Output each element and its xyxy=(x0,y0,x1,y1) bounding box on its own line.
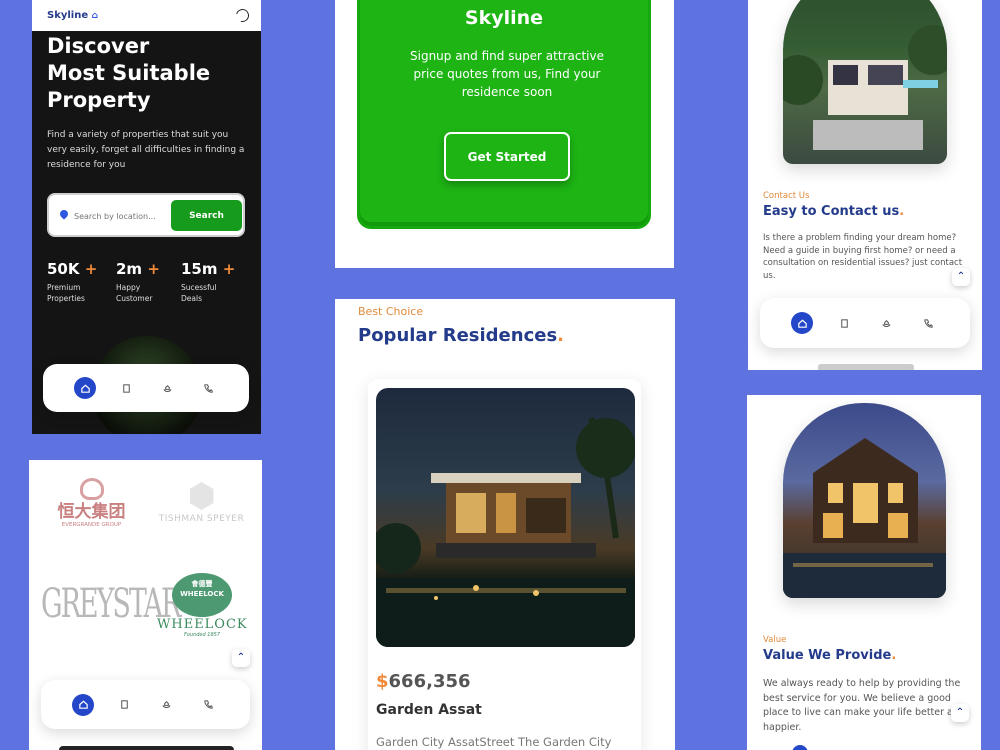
bottom-nav xyxy=(760,298,970,348)
section-divider xyxy=(818,364,914,370)
contact-eyebrow: Contact Us xyxy=(763,191,810,201)
popular-panel: Best Choice Popular Residences. $666,356 xyxy=(335,299,675,750)
top-bar: Skyline ⌂ xyxy=(32,0,261,31)
hero-panel: Skyline ⌂ Discover Most Suitable Propert… xyxy=(32,0,261,434)
hero-title: Discover Most Suitable Property xyxy=(47,34,211,112)
home-icon[interactable] xyxy=(72,693,94,716)
hand-house-icon[interactable] xyxy=(156,377,178,399)
search-button[interactable]: Search xyxy=(171,200,242,231)
stat-deals: 15m + Sucessful Deals xyxy=(181,260,236,303)
property-price: $666,356 xyxy=(376,671,471,692)
greystar-logo: GREYSTAR xyxy=(41,581,181,628)
phone-icon[interactable] xyxy=(197,377,219,399)
scroll-up-icon[interactable]: ⌃ xyxy=(232,649,250,667)
popular-eyebrow: Best Choice xyxy=(358,305,424,318)
building-icon[interactable] xyxy=(113,694,135,716)
signup-title: Skyline xyxy=(464,7,544,29)
search-box: Search xyxy=(47,193,245,237)
stat-customers: 2m + Happy Customer xyxy=(116,260,160,303)
building-icon[interactable] xyxy=(115,377,137,399)
value-eyebrow: Value xyxy=(763,635,787,645)
wheelock-logo: 會德豐 WHEELOCK WHEELOCK Founded 1857 xyxy=(157,573,247,638)
partners-panel: 恒大集团 EVERGRANDE GROUP TISHMAN SPEYER GRE… xyxy=(29,460,262,750)
property-address: Garden City AssatStreet The Garden City xyxy=(376,735,612,749)
hand-house-icon[interactable] xyxy=(155,694,177,716)
signup-card: Skyline Signup and find super attractive… xyxy=(357,0,651,229)
property-image xyxy=(376,388,635,647)
location-pin-icon xyxy=(58,208,70,220)
contact-title: Easy to Contact us. xyxy=(763,204,905,219)
home-icon[interactable] xyxy=(792,745,808,750)
signup-panel: Skyline Signup and find super attractive… xyxy=(335,0,674,268)
scroll-up-icon[interactable]: ⌃ xyxy=(952,268,970,286)
value-title: Value We Provide. xyxy=(763,648,897,663)
tishman-speyer-logo: TISHMAN SPEYER xyxy=(154,482,249,524)
contact-text: Is there a problem finding your dream ho… xyxy=(763,233,963,281)
bottom-nav xyxy=(43,364,249,412)
phone-icon[interactable] xyxy=(197,694,219,716)
hand-house-icon[interactable] xyxy=(875,312,897,334)
wheelock-badge: 會德豐 WHEELOCK xyxy=(172,573,232,617)
property-name: Garden Assat xyxy=(376,702,482,718)
popular-title: Popular Residences. xyxy=(358,325,565,346)
home-icon[interactable] xyxy=(74,377,96,399)
phone-icon[interactable] xyxy=(917,312,939,334)
hero-description: Find a variety of properties that suit y… xyxy=(47,130,245,170)
brand-logo[interactable]: Skyline ⌂ xyxy=(47,10,98,21)
stat-properties: 50K + Premium Properties xyxy=(47,260,98,303)
bottom-nav xyxy=(41,680,250,729)
get-started-button[interactable]: Get Started xyxy=(444,132,570,181)
property-card[interactable]: $666,356 Garden Assat Garden City AssatS… xyxy=(368,379,641,750)
tishman-cube-icon xyxy=(189,482,214,510)
contact-house-image xyxy=(783,0,947,164)
building-icon[interactable] xyxy=(833,312,855,334)
next-section-image xyxy=(59,746,234,750)
evergrande-emblem-icon xyxy=(79,478,104,500)
value-house-image xyxy=(783,403,946,598)
value-text: We always ready to help by providing the… xyxy=(763,678,965,733)
dark-mode-moon-icon[interactable] xyxy=(233,6,252,25)
contact-panel: Contact Us Easy to Contact us. Is there … xyxy=(748,0,982,370)
scroll-up-icon[interactable]: ⌃ xyxy=(951,704,969,722)
house-logo-icon: ⌂ xyxy=(91,11,99,21)
search-input[interactable] xyxy=(74,206,172,226)
signup-text: Signup and find super attractive price q… xyxy=(410,49,604,99)
home-icon[interactable] xyxy=(791,312,813,334)
value-panel: Value Value We Provide. We always ready … xyxy=(747,395,981,750)
evergrande-logo: 恒大集团 EVERGRANDE GROUP xyxy=(49,478,134,528)
